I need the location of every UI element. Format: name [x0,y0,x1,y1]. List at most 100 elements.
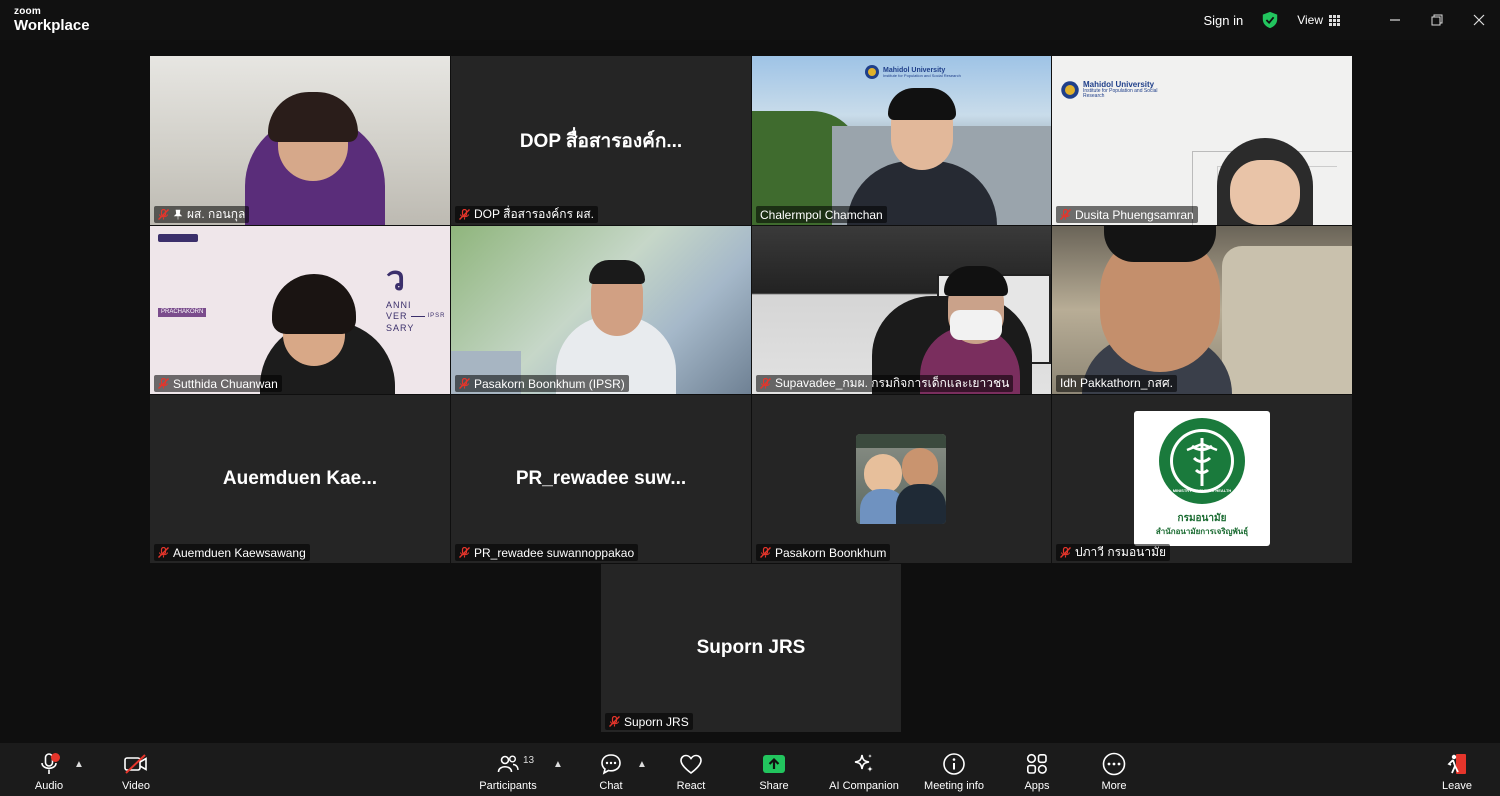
meeting-info-label: Meeting info [924,780,984,792]
participant-label: Pasakorn Boonkhum [756,544,891,561]
participant-placeholder-name: DOP สื่อสารองค์ก... [519,130,683,152]
title-bar: zoom Workplace Sign in View [0,0,1500,40]
participant-video: PRACHAKORN ว ANNI VER IPSR SARY [150,226,450,394]
mic-muted-icon [1060,547,1071,558]
react-button[interactable]: React [672,743,710,796]
chat-label: Chat [599,780,623,792]
apps-icon [1026,753,1047,774]
participant-name: Pasakorn Boonkhum [775,545,887,560]
participant-name: Dusita Phuengsamran [1075,207,1194,222]
video-tile[interactable]: PRACHAKORN ว ANNI VER IPSR SARY Sutthida… [150,226,450,394]
participant-label: ผส. กอนกุล [154,206,250,223]
more-button[interactable]: More [1096,743,1132,796]
mic-muted-icon [1060,209,1071,220]
logo-line-2: สำนักอนามัยการเจริญพันธุ์ [1155,527,1249,536]
video-tile[interactable]: ผส. กอนกุล [150,56,450,225]
participants-count: 13 [523,755,535,766]
meeting-info-button[interactable]: Meeting info [920,743,988,796]
video-tile[interactable]: Supavadee_กมผ. กรมกิจการเด็กและเยาวชน [752,226,1051,394]
participant-video [1052,226,1352,394]
video-tile[interactable]: Mahidol University Institute for Populat… [1052,56,1352,225]
mic-muted-icon [609,716,620,727]
mic-muted-icon [459,547,470,558]
participant-label: Supavadee_กมผ. กรมกิจการเด็กและเยาวชน [756,375,1014,392]
participant-video [752,226,1051,394]
close-button[interactable] [1458,0,1500,40]
leave-icon [1447,754,1466,774]
background-text-line: ANNI [386,300,412,310]
participant-name: Pasakorn Boonkhum (IPSR) [474,376,625,391]
video-tile[interactable]: Mahidol University Institute for Populat… [752,56,1051,225]
logo-subtitle: Institute for Population and Social Rese… [1083,87,1158,100]
video-tile[interactable]: Suporn JRS Suporn JRS [601,564,901,732]
sparkle-icon [854,754,873,772]
video-tile[interactable]: Pasakorn Boonkhum [752,395,1051,563]
mic-muted-icon [760,378,771,389]
react-label: React [676,780,706,792]
chat-options-caret[interactable]: ▲ [637,759,647,770]
participants-options-caret[interactable]: ▲ [553,759,563,770]
video-button[interactable]: Video [117,743,155,796]
participant-name: PR_rewadee suwannoppakao [474,545,635,560]
participants-button[interactable]: Participants [476,743,540,796]
ai-companion-button[interactable]: AI Companion [826,743,902,796]
brand-large: Workplace [14,17,90,34]
info-icon [943,753,965,775]
audio-label: Audio [34,780,64,792]
share-button[interactable]: Share [755,743,793,796]
restore-button[interactable] [1416,0,1458,40]
participant-label: Sutthida Chuanwan [154,375,282,392]
more-label: More [1101,780,1127,792]
background-ipsr: IPSR [427,313,446,320]
apps-button[interactable]: Apps [1019,743,1055,796]
close-icon [1473,14,1485,26]
meeting-toolbar: Audio ▲ Video Participants 13 ▲ Chat ▲ R… [0,743,1500,796]
minimize-button[interactable] [1374,0,1416,40]
profile-picture: MINISTRY OF PUBLIC HEALTH กรมอนามัย สำนั… [1134,411,1270,546]
ai-companion-label: AI Companion [829,780,899,792]
participant-label: ปภาวี กรมอนามัย [1056,544,1171,561]
restore-icon [1431,14,1443,26]
chat-button[interactable]: Chat [594,743,628,796]
audio-button[interactable]: Audio [30,743,68,796]
video-tile[interactable]: Pasakorn Boonkhum (IPSR) [451,226,751,394]
brand-small: zoom [14,6,41,17]
university-seal-icon [1061,81,1079,99]
apps-label: Apps [1024,780,1050,792]
leave-button[interactable]: Leave [1438,743,1476,796]
participant-name: Auemduen Kaewsawang [173,545,306,560]
grid-icon [1329,14,1340,26]
mic-muted-icon [158,209,169,220]
share-label: Share [759,780,789,792]
participant-video [451,226,751,394]
participant-label: PR_rewadee suwannoppakao [455,544,639,561]
participant-video: Mahidol University Institute for Populat… [1052,56,1352,225]
mic-muted-icon [760,547,771,558]
shield-check-icon[interactable] [1261,11,1279,29]
participant-name: ผส. กอนกุล [187,207,246,221]
leave-label: Leave [1442,780,1472,792]
view-button[interactable]: View [1297,13,1340,27]
participant-label: Pasakorn Boonkhum (IPSR) [455,375,629,392]
sign-in-link[interactable]: Sign in [1203,13,1243,28]
minimize-icon [1390,19,1400,21]
mic-muted-icon [158,378,169,389]
video-tile[interactable]: MINISTRY OF PUBLIC HEALTH กรมอนามัย สำนั… [1052,395,1352,563]
notification-badge [51,753,60,762]
audio-options-caret[interactable]: ▲ [74,759,84,770]
university-seal-icon [865,65,879,79]
app-logo: zoom Workplace [14,6,90,34]
video-tile[interactable]: PR_rewadee suw... PR_rewadee suwannoppak… [451,395,751,563]
logo-subtitle: Institute for Population and Social Rese… [883,72,961,78]
participant-label: Auemduen Kaewsawang [154,544,310,561]
background-tag: PRACHAKORN [158,308,207,317]
participant-name: Sutthida Chuanwan [173,376,278,391]
participant-name: DOP สื่อสารองค์กร ผส. [474,207,594,221]
video-tile[interactable]: Auemduen Kae... Auemduen Kaewsawang [150,395,450,563]
video-tile-active-speaker[interactable]: Idh Pakkathorn_กสศ. [1052,226,1352,394]
video-tile[interactable]: DOP สื่อสารองค์ก... DOP สื่อสารองค์กร ผส… [451,56,751,225]
heart-icon [680,754,702,775]
participant-video: Mahidol University Institute for Populat… [752,56,1051,225]
participant-name: Suporn JRS [624,714,689,729]
participant-name: Idh Pakkathorn_กสศ. [1060,376,1173,390]
